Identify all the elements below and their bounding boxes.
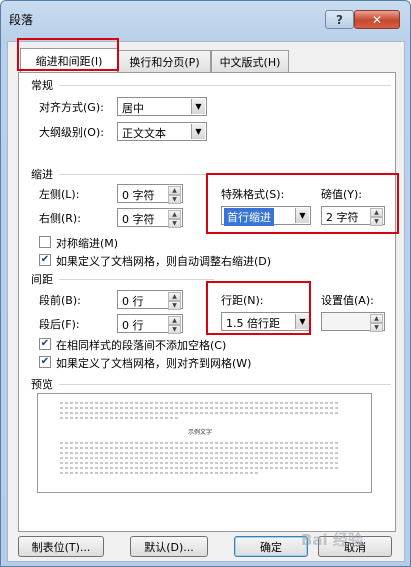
section-divider bbox=[59, 85, 391, 86]
indent-left-spinner[interactable]: 0 字符 ▲ ▼ bbox=[117, 184, 183, 204]
spacing-at-label: 设置值(A): bbox=[321, 294, 374, 307]
spin-down-icon[interactable]: ▼ bbox=[168, 195, 181, 204]
no-space-label[interactable]: 在相同样式的段落间不添加空格(C) bbox=[56, 337, 226, 353]
spin-up-icon[interactable]: ▲ bbox=[168, 292, 181, 301]
tab-line-page-breaks[interactable]: 换行和分页(P) bbox=[118, 50, 211, 72]
preview-line bbox=[60, 407, 340, 409]
preview-line bbox=[60, 442, 340, 444]
section-divider bbox=[59, 279, 214, 280]
auto-adjust-checkbox[interactable]: ✔ bbox=[39, 254, 51, 266]
title-bar[interactable]: 段落 ? ✕ bbox=[1, 1, 410, 35]
ok-button[interactable]: 确定 bbox=[234, 536, 308, 557]
spacing-at-spinner[interactable]: ▲ ▼ bbox=[321, 312, 385, 332]
dialog-title: 段落 bbox=[9, 13, 34, 27]
preview-line bbox=[60, 402, 340, 404]
close-button[interactable]: ✕ bbox=[354, 10, 400, 29]
outline-level-value: 正文文本 bbox=[122, 127, 166, 140]
set-default-button[interactable]: 默认(D)... bbox=[130, 536, 208, 557]
indent-section-label: 缩进 bbox=[31, 168, 53, 181]
highlight-box-tab bbox=[17, 38, 119, 71]
spacing-section-label: 间距 bbox=[31, 273, 53, 286]
indent-left-value: 0 字符 bbox=[122, 189, 155, 202]
preview-section-label: 预览 bbox=[31, 378, 53, 391]
preview-line bbox=[60, 417, 180, 419]
spin-down-icon[interactable]: ▼ bbox=[168, 301, 181, 310]
preview-line bbox=[60, 412, 340, 414]
preview-pane: 示例文字 bbox=[37, 393, 372, 493]
mirror-indents-label[interactable]: 对称缩进(M) bbox=[56, 235, 118, 251]
highlight-box-special-indent bbox=[206, 173, 399, 234]
outline-level-label: 大纲级别(O): bbox=[39, 126, 104, 139]
spacing-after-value: 0 行 bbox=[122, 319, 144, 332]
preview-sample-text: 示例文字 bbox=[188, 429, 213, 436]
watermark-text: Bai 经验 bbox=[301, 531, 363, 549]
spacing-after-spinner[interactable]: 0 行 ▲ ▼ bbox=[117, 314, 183, 334]
preview-line bbox=[60, 452, 340, 454]
spacing-after-label: 段后(F): bbox=[39, 318, 80, 331]
tab-asian-typography[interactable]: 中文版式(H) bbox=[211, 50, 289, 72]
alignment-combo[interactable]: 居中 ▼ bbox=[117, 97, 207, 116]
snap-grid-checkbox[interactable]: ✔ bbox=[39, 356, 51, 368]
preview-line bbox=[60, 462, 340, 464]
spacing-before-label: 段前(B): bbox=[39, 294, 81, 307]
auto-adjust-label[interactable]: 如果定义了文档网格，则自动调整右缩进(D) bbox=[56, 253, 271, 269]
spin-down-icon[interactable]: ▼ bbox=[168, 219, 181, 228]
indent-left-label: 左侧(L): bbox=[39, 188, 80, 201]
highlight-box-line-spacing bbox=[206, 281, 311, 335]
mirror-indents-checkbox[interactable] bbox=[39, 236, 51, 248]
spin-up-icon[interactable]: ▲ bbox=[370, 314, 383, 323]
indent-right-label: 右侧(R): bbox=[39, 212, 81, 225]
snap-grid-label[interactable]: 如果定义了文档网格，则对齐到网格(W) bbox=[56, 355, 251, 371]
spin-up-icon[interactable]: ▲ bbox=[168, 316, 181, 325]
spin-down-icon[interactable]: ▼ bbox=[168, 325, 181, 334]
preview-line bbox=[60, 447, 340, 449]
section-divider bbox=[59, 384, 391, 385]
no-space-checkbox[interactable]: ✔ bbox=[39, 338, 51, 350]
spin-up-icon[interactable]: ▲ bbox=[168, 210, 181, 219]
help-button[interactable]: ? bbox=[325, 10, 354, 29]
chevron-down-icon[interactable]: ▼ bbox=[191, 99, 205, 114]
preview-line bbox=[60, 457, 340, 459]
preview-line bbox=[60, 467, 340, 469]
alignment-label: 对齐方式(G): bbox=[39, 101, 104, 114]
spin-down-icon[interactable]: ▼ bbox=[370, 323, 383, 332]
preview-line bbox=[60, 472, 260, 474]
alignment-value: 居中 bbox=[122, 102, 144, 115]
spacing-before-value: 0 行 bbox=[122, 295, 144, 308]
outline-level-combo[interactable]: 正文文本 ▼ bbox=[117, 122, 207, 141]
section-divider bbox=[59, 174, 214, 175]
indent-right-spinner[interactable]: 0 字符 ▲ ▼ bbox=[117, 208, 183, 228]
indent-right-value: 0 字符 bbox=[122, 213, 155, 226]
paragraph-dialog: 段落 ? ✕ 缩进和间距(I) 换行和分页(P) 中文版式(H) 常规 对齐方式… bbox=[0, 0, 411, 567]
spin-up-icon[interactable]: ▲ bbox=[168, 186, 181, 195]
general-section-label: 常规 bbox=[31, 79, 53, 92]
tabs-button[interactable]: 制表位(T)... bbox=[18, 536, 104, 557]
spacing-before-spinner[interactable]: 0 行 ▲ ▼ bbox=[117, 290, 183, 310]
chevron-down-icon[interactable]: ▼ bbox=[191, 124, 205, 139]
